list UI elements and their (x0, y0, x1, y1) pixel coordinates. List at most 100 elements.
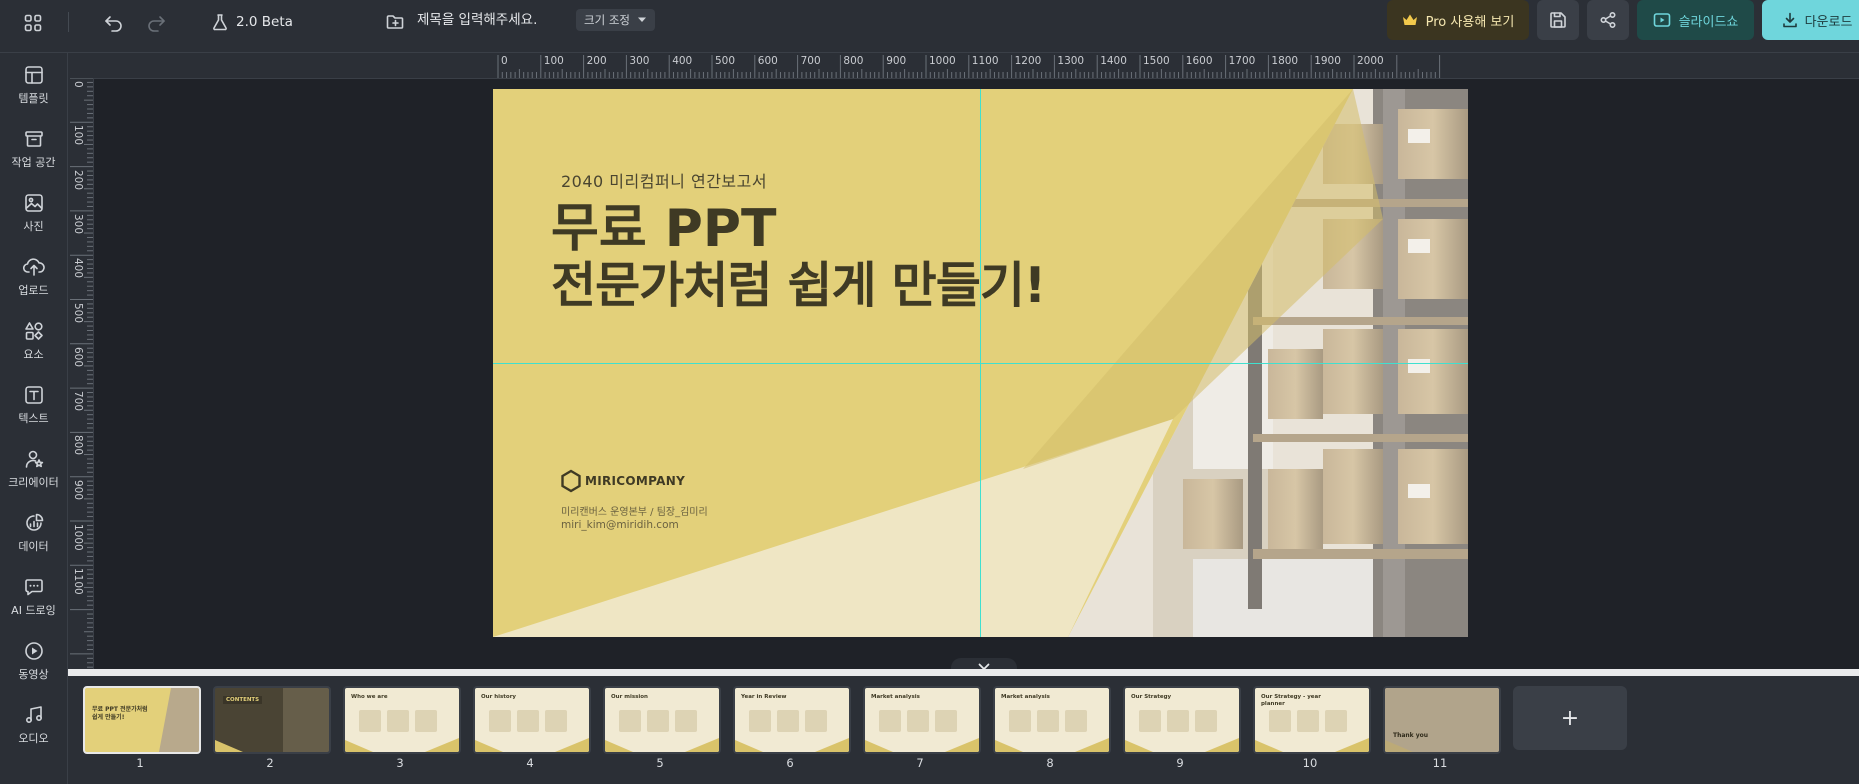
slide-number: 10 (1302, 756, 1318, 770)
left-sidebar: 템플릿 작업 공간 사진 업로드 요소 텍스트 크리에이터 데이터 AI 드로잉… (0, 53, 68, 784)
sidebar-item-label: 오디오 (18, 731, 49, 745)
slide-thumbnail[interactable]: Our mission (603, 686, 721, 754)
sidebar-item-label: 데이터 (18, 539, 49, 553)
beta-version-button[interactable]: 2.0 Beta (211, 8, 293, 36)
sidebar-item-label: 템플릿 (18, 91, 49, 105)
sidebar-item-template[interactable]: 템플릿 (0, 55, 67, 115)
thumbnail-content-block (1325, 710, 1347, 732)
slide-title-line-1[interactable]: 무료 PPT (551, 201, 776, 257)
download-button[interactable]: 다운로드 (1762, 0, 1859, 40)
slide-email[interactable]: miri_kim@miridih.com (561, 519, 679, 531)
ruler-label: 0 (501, 55, 508, 67)
slide-thumbnail[interactable]: Market analysis (993, 686, 1111, 754)
folder-icon[interactable] (383, 10, 407, 34)
slide-thumbnail[interactable]: Market analysis (863, 686, 981, 754)
ruler-label: 1000 (72, 524, 84, 551)
slide-title-line-2[interactable]: 전문가처럼 쉽게 만들기! (551, 258, 1046, 314)
slide-thumbnail[interactable]: 무료 PPT 전문가처럼 쉽게 만들기! (83, 686, 201, 754)
horizontal-guide-line (493, 363, 1468, 364)
thumbnail-decoration (345, 740, 373, 752)
slide-thumbnail[interactable]: Our Strategy (1123, 686, 1241, 754)
text-icon (24, 385, 43, 404)
ruler-label: 600 (72, 346, 84, 367)
thumbnail-content-block (619, 710, 641, 732)
resize-dropdown[interactable]: 크기 조정 (576, 9, 655, 31)
slide-number: 8 (1046, 756, 1054, 770)
thumbnail-decoration (945, 738, 979, 752)
thumbnail-content-block (675, 710, 697, 732)
thumbnail-decoration (995, 740, 1023, 752)
ruler-label: 1900 (1314, 55, 1341, 67)
slide-subtitle[interactable]: 2040 미리컴퍼니 연간보고서 (561, 168, 767, 192)
sidebar-item-creator[interactable]: 크리에이터 (0, 439, 67, 499)
thumbnail-content-block (1065, 710, 1087, 732)
ruler-label: 1400 (1100, 55, 1127, 67)
sidebar-item-label: 크리에이터 (8, 475, 59, 489)
thumbnail-caption: Market analysis (871, 694, 920, 700)
share-button[interactable] (1587, 0, 1629, 40)
ruler-label: 200 (72, 169, 84, 190)
thumbnail-caption: Market analysis (1001, 694, 1050, 700)
filmstrip-divider (68, 669, 1859, 676)
sidebar-item-workspace[interactable]: 작업 공간 (0, 119, 67, 179)
sidebar-item-text[interactable]: 텍스트 (0, 375, 67, 435)
ruler-label: 2000 (1357, 55, 1384, 67)
thumbnail-content-block (907, 710, 929, 732)
add-slide-button[interactable]: + (1513, 686, 1627, 750)
ruler-label: 600 (757, 55, 778, 67)
sidebar-item-video[interactable]: 동영상 (0, 631, 67, 691)
pro-trial-button[interactable]: Pro 사용해 보기 (1387, 0, 1529, 40)
slide-thumbnail[interactable]: Who we are (343, 686, 461, 754)
thumbnail-decoration (735, 740, 763, 752)
sidebar-item-ai-drawing[interactable]: AI 드로잉 (0, 567, 67, 627)
sidebar-item-audio[interactable]: 오디오 (0, 695, 67, 755)
sidebar-item-elements[interactable]: 요소 (0, 311, 67, 371)
vertical-ruler[interactable]: 0 100 200 300 400 500 600 700 800 900 1000 1100 (68, 78, 94, 670)
slideshow-button[interactable]: 슬라이드쇼 (1637, 0, 1754, 40)
sidebar-item-label: 업로드 (18, 283, 49, 297)
thumbnail-caption: Our history (481, 694, 516, 700)
thumbnail-content-block (387, 710, 409, 732)
thumbnail-content-block (777, 710, 799, 732)
download-icon (1782, 12, 1797, 28)
sidebar-item-photo[interactable]: 사진 (0, 183, 67, 243)
thumbnail-caption: Thank you (1393, 732, 1429, 739)
slide-number: 1 (136, 756, 144, 770)
thumbnail-content-block (935, 710, 957, 732)
redo-button[interactable] (143, 10, 169, 36)
top-toolbar: 2.0 Beta 제목을 입력해주세요. 크기 조정 Pro 사용해 보기 슬라… (0, 0, 1859, 53)
horizontal-ruler[interactable]: 0 100 200 300 400 500 600 700 800 900 1000 1100 1200… (93, 53, 1859, 79)
slide-thumbnail[interactable]: Year in Review (733, 686, 851, 754)
company-logo[interactable]: MIRICOMPANY (560, 469, 685, 493)
thumbnail-content-block (749, 710, 771, 732)
flask-icon (213, 14, 227, 31)
sidebar-item-data[interactable]: 데이터 (0, 503, 67, 563)
slide-thumbnail[interactable]: Our Strategy - year planner (1253, 686, 1371, 754)
thumbnail-decoration (475, 740, 503, 752)
ruler-label: 900 (72, 479, 84, 500)
ruler-label: 700 (800, 55, 821, 67)
sidebar-item-upload[interactable]: 업로드 (0, 247, 67, 307)
slide-department[interactable]: 미리캔버스 운영본부 / 팀장_김미리 (561, 503, 708, 518)
ruler-label: 500 (72, 302, 84, 323)
slide-number: 2 (266, 756, 274, 770)
ruler-label: 0 (72, 81, 84, 88)
thumbnail-content-block (545, 710, 567, 732)
ruler-label: 700 (72, 391, 84, 412)
elements-icon (24, 321, 43, 340)
ruler-label: 400 (72, 258, 84, 279)
apps-grid-icon[interactable] (20, 10, 46, 36)
save-button[interactable] (1537, 0, 1579, 40)
slide-thumbnail[interactable]: Our history (473, 686, 591, 754)
slide-thumbnail[interactable]: CONTENTS (213, 686, 331, 754)
chevron-down-icon (637, 17, 646, 22)
data-icon (25, 513, 43, 531)
thumbnail-caption: Our mission (611, 694, 648, 700)
resize-label: 크기 조정 (584, 13, 630, 27)
undo-button[interactable] (101, 10, 127, 36)
redo-icon (148, 16, 165, 32)
slide-number: 4 (526, 756, 534, 770)
slide-thumbnail[interactable]: Thank you (1383, 686, 1501, 754)
undo-icon (105, 16, 122, 32)
document-title-input[interactable]: 제목을 입력해주세요. (417, 10, 537, 30)
